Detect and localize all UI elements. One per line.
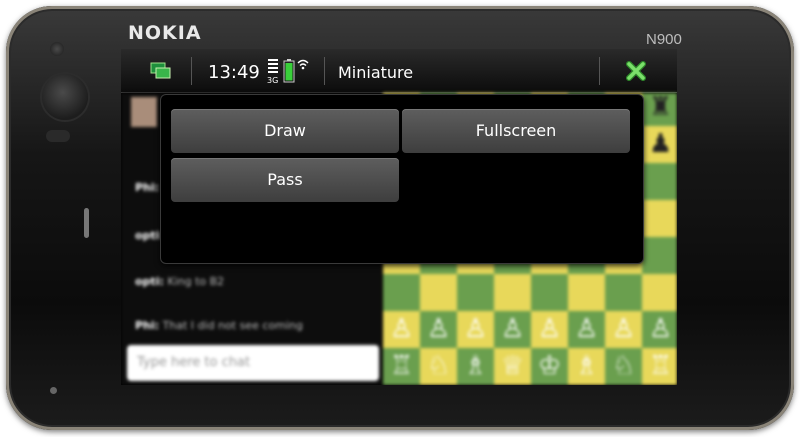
separator xyxy=(191,57,192,85)
chat-message: Phi: That I did not see coming xyxy=(135,319,303,332)
indicator-dot xyxy=(50,387,57,394)
draw-button[interactable]: Draw xyxy=(171,109,399,153)
board-square[interactable] xyxy=(642,163,677,200)
svg-text:3G: 3G xyxy=(267,76,278,84)
chess-piece-icon[interactable]: ♜ xyxy=(642,93,677,126)
board-square[interactable] xyxy=(642,200,677,237)
side-key xyxy=(84,208,89,238)
front-camera-icon xyxy=(50,42,64,56)
chess-piece-icon[interactable]: ♗ xyxy=(568,348,605,385)
board-square[interactable] xyxy=(605,274,642,311)
board-square[interactable] xyxy=(420,274,457,311)
chess-piece-icon[interactable]: ♔ xyxy=(531,348,568,385)
pass-button[interactable]: Pass xyxy=(171,158,399,202)
avatar xyxy=(131,97,157,127)
signal-3g-icon: 3G xyxy=(267,59,278,84)
chat-message: Phi: xyxy=(135,181,160,194)
chess-piece-icon[interactable]: ♙ xyxy=(494,311,531,348)
wifi-icon xyxy=(297,59,309,70)
separator xyxy=(324,57,325,85)
chess-piece-icon[interactable]: ♖ xyxy=(642,348,677,385)
chess-piece-icon[interactable]: ♟ xyxy=(642,126,677,163)
model-label: N900 xyxy=(646,31,682,48)
app-title: Miniature xyxy=(338,63,414,82)
task-switcher-icon[interactable] xyxy=(149,61,173,81)
chess-piece-icon[interactable]: ♘ xyxy=(605,348,642,385)
board-square[interactable] xyxy=(642,274,677,311)
board-square[interactable] xyxy=(568,274,605,311)
sensor-icon xyxy=(46,130,70,142)
screen: 13:49 3G Miniature Phi: opti: opti: King… xyxy=(121,49,677,385)
chess-piece-icon[interactable]: ♖ xyxy=(383,348,420,385)
brand-logo: NOKIA xyxy=(128,22,202,44)
board-square[interactable] xyxy=(531,274,568,311)
clock[interactable]: 13:49 xyxy=(208,62,260,83)
chat-input[interactable]: Type here to chat xyxy=(127,345,379,381)
chat-message: opti: King to B2 xyxy=(135,275,225,288)
camera-lens-icon xyxy=(42,74,88,120)
chess-piece-icon[interactable]: ♙ xyxy=(568,311,605,348)
board-square[interactable] xyxy=(494,274,531,311)
status-bar: 13:49 3G Miniature xyxy=(121,49,677,93)
chess-piece-icon[interactable]: ♙ xyxy=(642,311,677,348)
board-square[interactable] xyxy=(642,237,677,274)
chess-piece-icon[interactable]: ♙ xyxy=(605,311,642,348)
chess-piece-icon[interactable]: ♘ xyxy=(420,348,457,385)
chess-piece-icon[interactable]: ♕ xyxy=(494,348,531,385)
app-menu: Draw Fullscreen Pass xyxy=(160,94,644,264)
separator xyxy=(599,57,600,85)
chess-piece-icon[interactable]: ♗ xyxy=(457,348,494,385)
board-square[interactable] xyxy=(383,274,420,311)
battery-icon xyxy=(283,59,295,83)
fullscreen-button[interactable]: Fullscreen xyxy=(402,109,630,153)
close-icon[interactable] xyxy=(625,60,647,82)
board-square[interactable] xyxy=(457,274,494,311)
chess-piece-icon[interactable]: ♙ xyxy=(383,311,420,348)
chess-piece-icon[interactable]: ♙ xyxy=(457,311,494,348)
chess-piece-icon[interactable]: ♙ xyxy=(420,311,457,348)
chess-piece-icon[interactable]: ♙ xyxy=(531,311,568,348)
